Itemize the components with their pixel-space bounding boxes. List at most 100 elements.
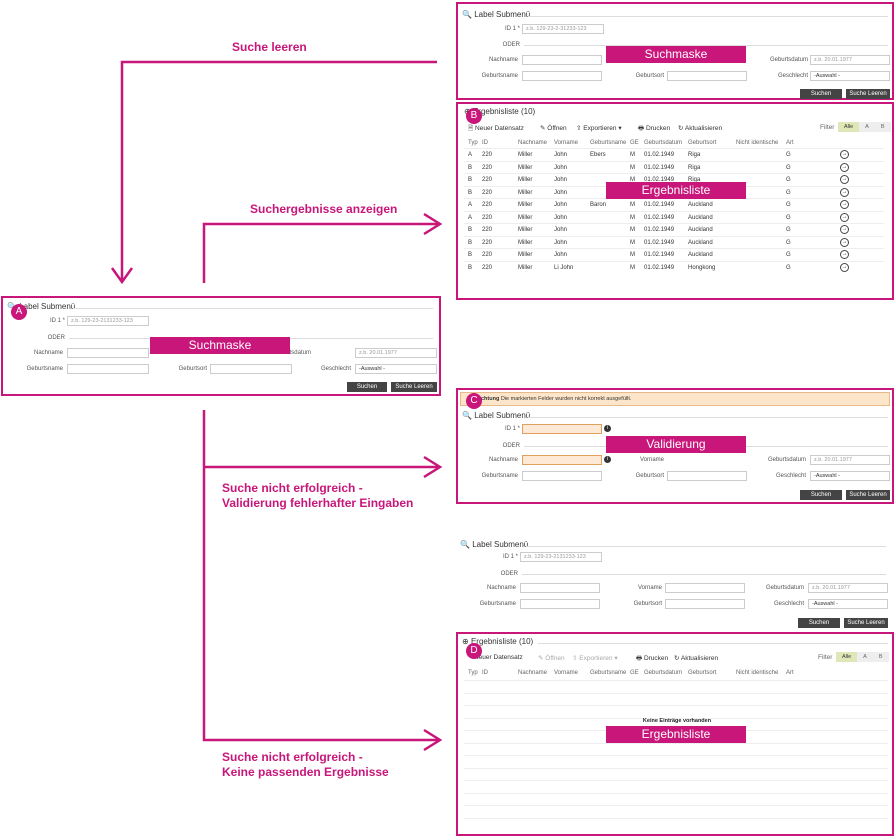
empty-table-row xyxy=(464,817,888,831)
id-input[interactable]: z.b. 129-23-2-31233-123 xyxy=(522,24,604,34)
geburtsort-label: Geburtsort xyxy=(178,366,207,372)
column-header[interactable]: Nicht identische xyxy=(736,667,778,679)
column-header[interactable]: Geburtsname xyxy=(590,667,626,679)
print-button[interactable]: 🖶 Drucken xyxy=(636,654,668,665)
geburtsort-input[interactable] xyxy=(667,71,747,81)
table-cell: 01.02.1949 xyxy=(644,214,675,221)
id-input[interactable]: z.b. 129-23-2131233-123 xyxy=(67,316,149,326)
row-detail-icon[interactable]: → xyxy=(840,187,849,197)
table-cell: Auckland xyxy=(688,252,713,258)
table-cell: 01.02.1949 xyxy=(644,152,675,158)
table-row[interactable]: B 220 Miller John M 01.02.1949 Riga G → xyxy=(464,160,884,174)
row-detail-icon[interactable]: → xyxy=(840,175,849,184)
export-button[interactable]: ⇧ Exportieren ▾ xyxy=(576,124,622,132)
geschlecht-select[interactable]: -Auswahl - xyxy=(810,471,890,481)
row-detail-icon[interactable]: → xyxy=(840,162,849,172)
geburtsort-input[interactable] xyxy=(665,599,745,609)
open-button[interactable]: ✎ Öffnen xyxy=(540,124,567,132)
column-header[interactable]: Art xyxy=(786,667,794,679)
column-header[interactable]: Nachname xyxy=(518,667,547,679)
geburtsdatum-input[interactable]: z.b. 20.01.1977 xyxy=(810,55,890,65)
geschlecht-select[interactable]: -Auswahl - xyxy=(808,599,888,609)
new-record-button[interactable]: Neuer Datensatz xyxy=(474,654,523,661)
table-cell: G xyxy=(786,264,791,271)
id-input[interactable]: z.b. 129-23-2131233-123 xyxy=(520,552,602,562)
row-detail-icon[interactable]: → xyxy=(840,237,849,247)
table-row[interactable]: B 220 Miller Li John M 01.02.1949 Hongkong G → xyxy=(464,260,884,274)
table-cell: B xyxy=(468,264,473,271)
search-button[interactable]: Suchen xyxy=(347,382,387,392)
submenu-title: 🔍 Label Submenü xyxy=(462,10,531,19)
column-header[interactable]: ID xyxy=(482,667,488,679)
row-detail-icon[interactable]: → xyxy=(840,150,849,159)
geschlecht-label: Geschlecht xyxy=(773,601,804,607)
nachname-input[interactable] xyxy=(522,55,602,65)
table-cell: G xyxy=(786,214,791,221)
geburtsdatum-input[interactable]: z.b. 20.01.1977 xyxy=(810,455,890,465)
column-header[interactable]: Geburtsort xyxy=(688,667,716,679)
filter-all[interactable]: Alle xyxy=(836,652,858,662)
geburtsname-input[interactable] xyxy=(522,71,602,81)
geschlecht-select[interactable]: -Auswahl - xyxy=(810,71,890,81)
clear-search-button[interactable]: Suche Leeren xyxy=(846,89,890,99)
table-cell: M xyxy=(630,152,635,158)
row-detail-icon[interactable]: → xyxy=(840,250,849,259)
row-detail-icon[interactable]: → xyxy=(840,212,849,222)
filter-b[interactable]: B xyxy=(874,122,891,132)
geburtsort-label: Geburtsort xyxy=(635,73,664,79)
filter-b[interactable]: B xyxy=(872,652,889,662)
row-detail-icon[interactable]: → xyxy=(840,200,849,209)
table-cell: Miller xyxy=(518,152,533,158)
table-cell: Miller xyxy=(518,189,533,196)
table-cell: Miller xyxy=(518,239,533,246)
filter-all[interactable]: Alle xyxy=(838,122,860,132)
table-row[interactable]: A 220 Miller John Ebers M 01.02.1949 Riga G → xyxy=(464,148,884,161)
column-header[interactable]: GE xyxy=(630,667,639,679)
empty-table-row xyxy=(464,680,888,693)
clear-search-button[interactable]: Suche Leeren xyxy=(391,382,437,392)
column-header[interactable]: Typ xyxy=(468,667,478,679)
nachname-input[interactable] xyxy=(67,348,149,358)
geburtsname-input[interactable] xyxy=(522,471,602,481)
table-row[interactable]: B 220 Miller John M 01.02.1949 Auckland G → xyxy=(464,223,884,236)
table-row[interactable]: B 220 Miller John M 01.02.1949 Auckland G → xyxy=(464,235,884,249)
search-button[interactable]: Suchen xyxy=(798,618,840,628)
refresh-button[interactable]: ↻ Aktualisieren xyxy=(674,654,718,662)
table-cell: Riga xyxy=(688,152,701,158)
table-row[interactable]: A 220 Miller John M 01.02.1949 Auckland G → xyxy=(464,210,884,224)
geschlecht-select[interactable]: -Auswahl - xyxy=(355,364,437,374)
nachname-input-error[interactable] xyxy=(522,455,602,465)
filter-a[interactable]: A xyxy=(859,122,875,132)
clear-search-button[interactable]: Suche Leeren xyxy=(846,490,890,500)
nachname-input[interactable] xyxy=(520,583,600,593)
print-button[interactable]: 🖶 Drucken xyxy=(638,124,670,135)
vorname-input[interactable] xyxy=(665,583,745,593)
geburtsdatum-label: Geburtsdatum xyxy=(769,57,808,63)
geburtsname-label: Geburtsname xyxy=(479,601,516,607)
flow-label-fail-empty-2: Keine passenden Ergebnisse xyxy=(222,765,389,779)
flow-label-clear: Suche leeren xyxy=(232,40,307,54)
geburtsort-input[interactable] xyxy=(210,364,292,374)
table-row[interactable]: B 220 Miller John M 01.02.1949 Auckland G → xyxy=(464,248,884,261)
row-detail-icon[interactable]: → xyxy=(840,225,849,234)
geburtsort-input[interactable] xyxy=(667,471,747,481)
table-row[interactable]: A 220 Miller John Baron M 01.02.1949 Auckland G → xyxy=(464,198,884,211)
refresh-button[interactable]: ↻ Aktualisieren xyxy=(678,124,722,132)
geburtsname-input[interactable] xyxy=(67,364,149,374)
column-header[interactable]: Vorname xyxy=(554,667,578,679)
geburtsname-input[interactable] xyxy=(520,599,600,609)
table-cell: Miller xyxy=(518,227,533,233)
search-button[interactable]: Suchen xyxy=(800,89,842,99)
id-input-error[interactable] xyxy=(522,424,602,434)
column-header[interactable]: Geburtsdatum xyxy=(644,667,682,679)
geburtsdatum-input[interactable]: z.b. 20.01.1977 xyxy=(355,348,437,358)
geburtsdatum-input[interactable]: z.b. 20.01.1977 xyxy=(808,583,888,593)
vorname-label: Vorname xyxy=(637,585,662,591)
search-button[interactable]: Suchen xyxy=(800,490,842,500)
empty-table-row xyxy=(464,742,888,756)
new-record-button[interactable]: 🗎 Neuer Datensatz xyxy=(468,124,524,135)
filter-a[interactable]: A xyxy=(857,652,873,662)
id-label: ID 1 * xyxy=(504,426,520,432)
clear-search-button[interactable]: Suche Leeren xyxy=(844,618,888,628)
row-detail-icon[interactable]: → xyxy=(840,262,849,272)
